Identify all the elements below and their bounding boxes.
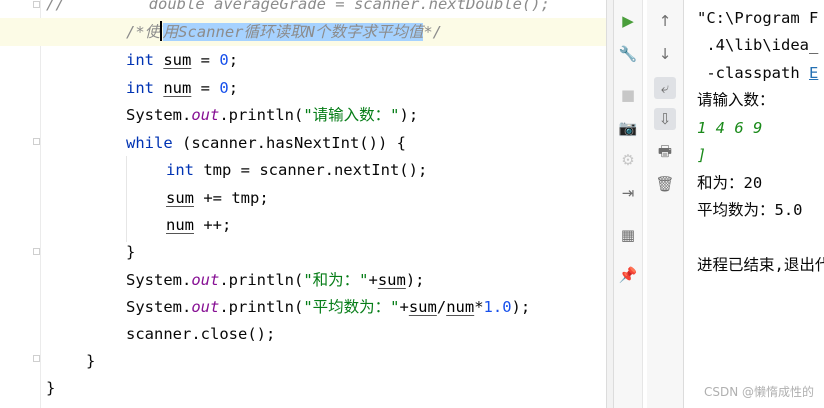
operator: + [399,298,409,316]
operator: = [191,79,220,97]
selected-comment-text: 用Scanner循环读取N个数字求平均值 [162,23,424,41]
layout-icon[interactable]: ▦ [617,224,639,246]
camera-icon[interactable]: 📷 [617,117,639,139]
call-end: ); [405,271,425,289]
variable: sum [166,189,194,207]
operator: * [474,298,484,316]
console-line: "C:\Program F [697,9,819,27]
code-lines[interactable]: // double averageGrade = scanner.nextDou… [0,0,606,408]
operator: / [436,298,447,316]
console-line: .4\lib\idea_ [697,36,819,54]
code-line[interactable]: } [46,374,55,402]
number-literal: 1.0 [483,298,512,316]
console-line: -classpath E [697,59,818,87]
classpath-flag: -classpath [697,64,809,82]
comment-close: */ [423,23,442,41]
call-end: ); [399,106,419,124]
variable: sum [377,271,406,289]
console-line: 进程已结束,退出代 [697,256,824,274]
exit-icon[interactable]: ⇥ [617,182,639,204]
string-literal: "请输入数：" [303,106,400,124]
keyword: int [166,161,194,179]
console-line: 平均数为：5.0 [697,201,803,219]
console-line: 和为：20 [697,174,763,192]
semicolon: ; [228,79,239,97]
soft-wrap-icon[interactable]: ⤶ [654,77,676,99]
closing-brace: } [46,379,56,397]
comment-open: /*使 [126,23,161,41]
arrow-up-icon[interactable]: ↑ [654,10,676,32]
method-call: .println( [219,298,304,316]
classpath-link[interactable]: E [809,64,818,82]
method-call: .println( [219,106,304,124]
semicolon: ; [228,51,239,69]
code-line[interactable]: } [126,238,135,266]
method-call: .println( [219,271,304,289]
statement: tmp = scanner.nextInt(); [194,161,428,179]
variable: sum [163,51,192,69]
wrench-icon[interactable]: 🔧 [617,43,639,65]
run-toolbar-left: ▶ 🔧 ■ 📷 ⚙ ⇥ ▦ 📌 [614,0,643,408]
class-ref: System. [126,106,192,124]
code-line[interactable]: } [86,347,95,375]
watermark: CSDN @懒惰成性的 [703,385,814,399]
code-line[interactable]: System.out.println("平均数为："+sum/num*1.0); [126,293,530,321]
keyword: int [126,79,154,97]
trash-icon[interactable]: 🗑 [654,173,676,195]
class-ref: System. [126,298,192,316]
pin-icon[interactable]: 📌 [617,264,639,286]
stop-icon[interactable]: ■ [617,84,639,106]
comment-prefix: // [46,0,65,13]
code-line[interactable]: scanner.close(); [126,320,275,348]
call-end: ); [511,298,531,316]
debug-icon[interactable]: ⚙ [617,149,639,171]
closing-brace: } [86,352,96,370]
string-literal: "和为：" [303,271,369,289]
static-field: out [191,298,220,316]
variable: num [163,79,192,97]
code-line[interactable]: int num = 0; [126,74,238,102]
console-user-input: ] [697,146,707,164]
panel-splitter[interactable] [606,0,614,408]
statement: scanner.close(); [126,325,276,343]
text-caret [160,21,162,41]
operator: + [368,271,378,289]
code-line[interactable]: System.out.println("请输入数："); [126,101,418,129]
static-field: out [191,106,220,124]
console-user-input: 1 4 6 9 [697,119,763,137]
number-literal: 0 [219,51,229,69]
variable: num [446,298,475,316]
arrow-down-icon[interactable]: ↓ [654,43,676,65]
string-literal: "平均数为：" [303,298,400,316]
code-line[interactable]: int sum = 0; [126,46,238,74]
keyword: int [126,51,154,69]
loop-condition: (scanner.hasNextInt()) { [172,134,406,152]
number-literal: 0 [219,79,229,97]
closing-brace: } [126,243,136,261]
code-line[interactable]: while (scanner.hasNextInt()) { [126,129,406,157]
code-line-current[interactable]: /*使 用Scanner循环读取N个数字求平均值*/ [0,18,606,46]
code-line[interactable]: sum += tmp; [166,184,269,212]
code-editor[interactable]: // double averageGrade = scanner.nextDou… [0,0,606,408]
run-toolbar-right: ↑ ↓ ⤶ ⇩ 🖶 🗑 [647,0,684,408]
static-field: out [191,271,220,289]
commented-code: double averageGrade = scanner.nextDouble… [148,0,550,13]
variable: num [166,216,194,234]
operator: = [191,51,220,69]
statement: ++; [194,216,232,234]
run-console[interactable]: "C:\Program F .4\lib\idea_ -classpath E … [684,0,824,408]
variable: sum [408,298,437,316]
run-icon[interactable]: ▶ [617,10,639,32]
console-line: 请输入数： [697,91,775,109]
code-line[interactable]: // double averageGrade = scanner.nextDou… [46,0,550,18]
class-ref: System. [126,271,192,289]
code-line[interactable]: System.out.println("和为："+sum); [126,266,425,294]
code-line[interactable]: num ++; [166,211,231,239]
scroll-to-end-icon[interactable]: ⇩ [654,108,676,130]
keyword: while [126,134,173,152]
statement: += tmp; [194,189,269,207]
code-line[interactable]: int tmp = scanner.nextInt(); [166,156,427,184]
print-icon[interactable]: 🖶 [654,142,676,164]
